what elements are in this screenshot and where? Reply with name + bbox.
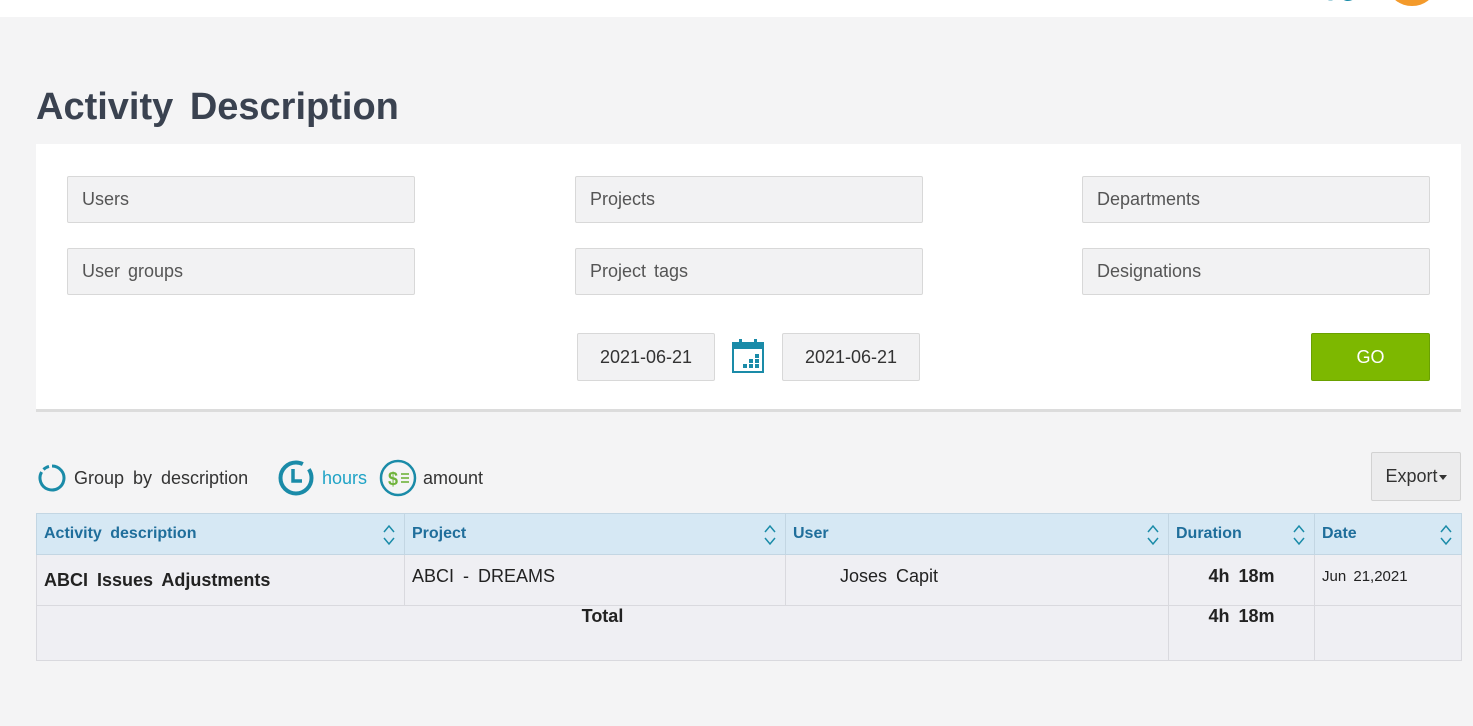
sort-icon[interactable] [763, 523, 777, 547]
total-date-cell [1314, 605, 1462, 661]
sort-icon[interactable] [1146, 523, 1160, 547]
circle-progress-icon [38, 464, 66, 492]
group-by-description-toggle[interactable]: Group by description [38, 464, 248, 492]
column-header-project[interactable]: Project [404, 513, 786, 555]
column-label: Date [1322, 525, 1357, 542]
group-by-label: Group by description [74, 467, 249, 488]
column-header-activity-description[interactable]: Activity description [36, 513, 405, 555]
svg-text:$: $ [388, 469, 398, 489]
sort-icon[interactable] [1292, 523, 1306, 547]
table-row: ABCI Issues Adjustments ABCI - DREAMS Jo… [36, 554, 1462, 606]
filter-panel: Users Projects Departments User groups P… [36, 144, 1461, 412]
cell-activity-description: ABCI Issues Adjustments [36, 554, 405, 606]
hours-label: hours [322, 467, 368, 488]
sort-icon[interactable] [382, 523, 396, 547]
go-button[interactable]: GO [1311, 333, 1430, 381]
column-header-date[interactable]: Date [1314, 513, 1462, 555]
projects-filter[interactable]: Projects [575, 176, 923, 223]
export-label: Export [1385, 466, 1438, 486]
user-groups-filter[interactable]: User groups [67, 248, 415, 295]
users-filter[interactable]: Users [67, 176, 415, 223]
cell-project: ABCI - DREAMS [404, 554, 786, 606]
amount-toggle[interactable]: $ amount [379, 459, 483, 497]
column-header-user[interactable]: User [785, 513, 1169, 555]
cell-user: Joses Capit [785, 554, 1169, 606]
designations-filter[interactable]: Designations [1082, 248, 1430, 295]
export-button[interactable]: Export [1371, 452, 1461, 501]
calendar-icon[interactable] [732, 339, 764, 373]
date-from-input[interactable]: 2021-06-21 [577, 333, 715, 381]
amount-label: amount [423, 467, 484, 488]
menu-icon[interactable] [1322, 0, 1360, 4]
column-label: Project [412, 525, 467, 542]
column-header-duration[interactable]: Duration [1168, 513, 1315, 555]
avatar[interactable] [1390, 0, 1434, 6]
column-label: Duration [1176, 525, 1242, 542]
date-to-input[interactable]: 2021-06-21 [782, 333, 920, 381]
cell-date: Jun 21,2021 [1314, 554, 1462, 606]
sort-icon[interactable] [1439, 523, 1453, 547]
cell-duration: 4h 18m [1168, 554, 1315, 606]
page-title: Activity Description [36, 86, 399, 128]
project-tags-filter[interactable]: Project tags [575, 248, 923, 295]
column-label: User [793, 525, 829, 542]
total-label: Total [36, 605, 1169, 661]
hours-toggle[interactable]: hours [278, 460, 367, 496]
total-row: Total 4h 18m [36, 605, 1462, 661]
activity-table: Activity description Project User Durati… [36, 513, 1462, 661]
dollar-icon: $ [379, 459, 417, 497]
caret-down-icon [1438, 474, 1447, 480]
column-label: Activity description [44, 525, 197, 542]
top-bar [0, 0, 1473, 17]
departments-filter[interactable]: Departments [1082, 176, 1430, 223]
total-duration: 4h 18m [1168, 605, 1315, 661]
clock-icon [278, 460, 314, 496]
